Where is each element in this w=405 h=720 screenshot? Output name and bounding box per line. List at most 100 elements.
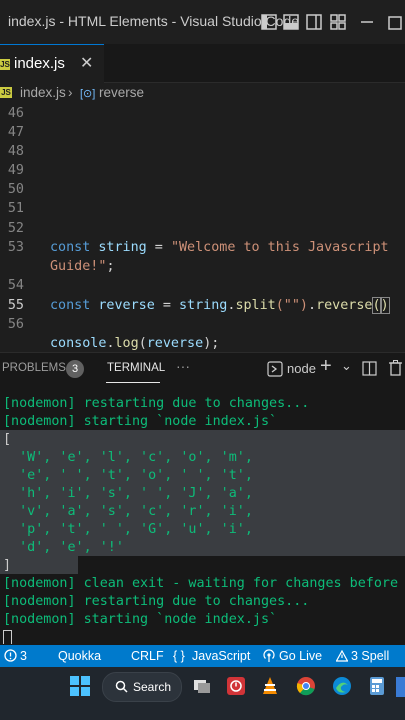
method: reverse <box>316 298 373 313</box>
terminal-line: 'p', 't', ' ', 'G', 'u', 'i', <box>3 522 253 537</box>
active-tab-indicator <box>106 382 160 383</box>
javascript-file-icon: JS <box>0 59 10 70</box>
line-number: 56 <box>7 317 24 332</box>
terminal-line: 'v', 'a', 's', 'c', 'r', 'i', <box>3 504 253 519</box>
variable: console <box>50 336 107 350</box>
status-eol[interactable]: CRLF <box>131 649 164 663</box>
paren: ); <box>203 336 220 350</box>
edge-icon[interactable] <box>332 676 352 696</box>
taskbar-app-icon[interactable] <box>396 677 405 697</box>
semicolon: ; <box>106 259 115 274</box>
line-number: 46 <box>7 106 24 121</box>
editor-tab-bar: JS index.js ✕ <box>0 44 405 83</box>
bottom-panel: PROBLEMS 3 TERMINAL ··· node + ⌄ [nodemo… <box>0 352 405 646</box>
line-number: 51 <box>7 201 24 216</box>
terminal-line: [nodemon] restarting due to changes... <box>3 396 310 411</box>
tab-index-js[interactable]: JS index.js ✕ <box>0 44 104 83</box>
terminal-shell-icon[interactable] <box>267 361 283 377</box>
symbol-variable-icon: [⊙] <box>80 88 96 100</box>
terminal-line: ] <box>3 558 12 573</box>
method: log <box>114 336 139 350</box>
tab-label: index.js <box>14 55 65 72</box>
vlc-icon[interactable] <box>260 676 280 696</box>
breadcrumb-symbol[interactable]: reverse <box>99 85 144 100</box>
line-number: 50 <box>7 182 24 197</box>
title-bar: index.js - HTML Elements - Visual Studio… <box>0 0 405 44</box>
split-terminal-icon[interactable] <box>362 361 377 376</box>
chevron-down-icon[interactable]: ⌄ <box>341 358 352 374</box>
trash-icon[interactable] <box>388 360 403 376</box>
error-icon[interactable] <box>4 649 17 662</box>
status-bar: 3 Quokka CRLF { } JavaScript Go Live 3 S… <box>0 645 405 667</box>
line-number: 48 <box>7 144 24 159</box>
search-label: Search <box>133 680 172 694</box>
chrome-icon[interactable] <box>296 676 316 696</box>
problems-count-badge: 3 <box>66 360 84 378</box>
panel-header: PROBLEMS 3 TERMINAL ··· node + ⌄ <box>0 353 405 385</box>
variable: reverse <box>98 298 155 313</box>
line-number: 49 <box>7 163 24 178</box>
terminal-line: [nodemon] clean exit - waiting for chang… <box>3 576 405 591</box>
terminal-cursor <box>3 630 12 644</box>
breadcrumb-file[interactable]: index.js <box>20 85 66 100</box>
new-terminal-icon[interactable]: + <box>320 355 332 378</box>
status-problems-count[interactable]: 3 <box>20 649 27 663</box>
status-quokka[interactable]: Quokka <box>58 649 101 663</box>
status-spell[interactable]: 3 Spell <box>351 649 389 663</box>
app-red-icon[interactable] <box>226 676 246 696</box>
breadcrumb-separator: › <box>68 85 73 100</box>
paren: ( <box>138 336 147 350</box>
taskbar-search[interactable]: Search <box>102 672 182 702</box>
terminal-line: [nodemon] starting `node index.js` <box>3 414 278 429</box>
tab-terminal[interactable]: TERMINAL <box>107 362 165 374</box>
string-literal: "Welcome to this Javascript <box>170 240 389 255</box>
windows-taskbar: Search <box>0 667 405 720</box>
minimize-icon[interactable] <box>358 13 376 31</box>
window-title: index.js - HTML Elements - Visual Studio… <box>8 13 300 29</box>
more-actions-icon[interactable]: ··· <box>176 358 190 374</box>
terminal-line: [nodemon] restarting due to changes... <box>3 594 310 609</box>
code-line-55: const reverse = string.split("").reverse… <box>50 297 390 314</box>
tab-problems[interactable]: PROBLEMS <box>2 362 66 374</box>
terminal-output[interactable]: [nodemon] restarting due to changes... [… <box>0 394 405 644</box>
terminal-line: 'h', 'i', 's', ' ', 'J', 'a', <box>3 486 253 501</box>
code-editor[interactable]: 46 47 48 49 50 51 52 53 54 55 56 const s… <box>0 103 405 350</box>
calculator-icon[interactable] <box>367 676 387 696</box>
terminal-line: [ <box>3 432 12 447</box>
search-icon <box>115 680 128 693</box>
line-number: 52 <box>7 221 24 236</box>
code-line-57: console.log(reverse); <box>50 336 219 350</box>
argument: ("") <box>275 298 308 313</box>
terminal-shell-name[interactable]: node <box>287 361 316 376</box>
terminal-line: 'W', 'e', 'l', 'c', 'o', 'm', <box>3 450 253 465</box>
toggle-panel-icon[interactable] <box>282 13 300 31</box>
selection-highlight <box>0 556 78 574</box>
toggle-secondary-sidebar-icon[interactable] <box>305 13 323 31</box>
editor-scrollbar[interactable] <box>399 103 405 350</box>
variable: reverse <box>146 336 204 350</box>
maximize-icon[interactable] <box>385 13 403 31</box>
braces-icon: { } <box>173 649 185 663</box>
task-view-icon[interactable] <box>192 676 212 696</box>
string-literal: Guide!" <box>50 259 107 274</box>
toggle-primary-sidebar-icon[interactable] <box>260 13 278 31</box>
broadcast-icon <box>263 649 275 662</box>
operator: = <box>146 240 171 255</box>
status-language[interactable]: JavaScript <box>192 649 250 663</box>
code-line-53-wrap: Guide!"; <box>50 259 115 274</box>
bracket-close: ) <box>379 297 390 314</box>
line-number: 54 <box>7 278 24 293</box>
code-line-53: const string = "Welcome to this Javascri… <box>50 240 389 255</box>
method: split <box>235 298 276 313</box>
status-go-live[interactable]: Go Live <box>279 649 322 663</box>
line-number-active: 55 <box>7 298 24 313</box>
keyword: const <box>50 298 99 313</box>
terminal-line: [nodemon] starting `node index.js` <box>3 612 278 627</box>
variable: string <box>179 298 228 313</box>
terminal-line: 'e', ' ', 't', 'o', ' ', 't', <box>3 468 253 483</box>
warning-icon <box>336 650 348 662</box>
windows-start-icon[interactable] <box>70 676 90 696</box>
customize-layout-icon[interactable] <box>329 13 347 31</box>
close-tab-icon[interactable]: ✕ <box>80 53 93 73</box>
line-number: 53 <box>7 240 24 255</box>
